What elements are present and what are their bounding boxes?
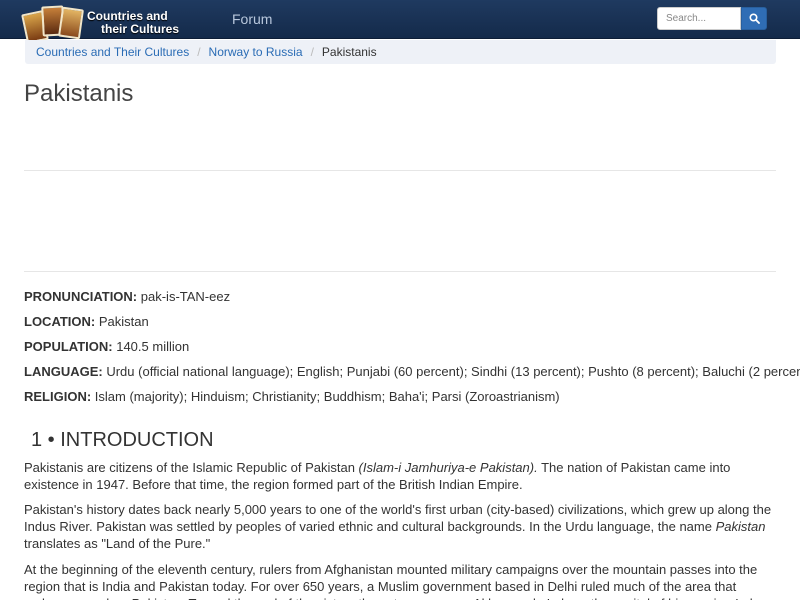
breadcrumb: Countries and Their Cultures / Norway to… (25, 40, 776, 64)
paragraph-italic-text: Pakistan (715, 519, 766, 534)
breadcrumb-current: Pakistanis (321, 45, 377, 59)
fact-label: POPULATION: (24, 339, 113, 354)
fact-location: LOCATION: Pakistan (24, 314, 149, 329)
fact-religion: RELIGION: Islam (majority); Hinduism; Ch… (24, 389, 560, 404)
breadcrumb-separator: / (310, 45, 314, 59)
breadcrumb-link-norway-to-russia[interactable]: Norway to Russia (209, 45, 303, 59)
paragraph: At the beginning of the eleventh century… (24, 561, 778, 600)
breadcrumb-separator: / (197, 45, 201, 59)
top-navbar: Countries and their Cultures Forum (0, 0, 800, 44)
paragraph: Pakistanis are citizens of the Islamic R… (24, 459, 778, 493)
fact-label: LANGUAGE: (24, 364, 103, 379)
fact-value: Urdu (official national language); Engli… (106, 364, 800, 379)
nav-forum-link[interactable]: Forum (232, 11, 272, 27)
search-icon (748, 13, 760, 24)
fact-label: LOCATION: (24, 314, 96, 329)
paragraph-text: Pakistanis are citizens of the Islamic R… (24, 460, 359, 475)
paragraph-text: At the beginning of the eleventh century… (24, 562, 776, 600)
paragraph-italic-text: (Islam-i Jamhuriya-e Pakistan). (358, 460, 538, 475)
fact-value: Pakistan (98, 314, 149, 329)
fact-population: POPULATION: 140.5 million (24, 339, 189, 354)
logo-image (21, 4, 84, 44)
fact-value: Islam (majority); Hinduism; Christianity… (94, 389, 560, 404)
site-logo[interactable]: Countries and their Cultures (21, 4, 217, 44)
fact-pronunciation: PRONUNCIATION: pak-is-TAN-eez (24, 289, 230, 304)
fact-value: 140.5 million (116, 339, 190, 354)
search-input[interactable] (657, 7, 741, 30)
page-title: Pakistanis (24, 80, 134, 107)
paragraph-text: translates as "Land of the Pure." (24, 536, 211, 551)
fact-language: LANGUAGE: Urdu (official national langua… (24, 364, 800, 379)
breadcrumb-link-countries[interactable]: Countries and Their Cultures (36, 45, 189, 59)
logo-line-2: their Cultures (101, 22, 180, 36)
divider (24, 271, 776, 272)
paragraph: Pakistan's history dates back nearly 5,0… (24, 501, 778, 552)
fact-label: RELIGION: (24, 389, 92, 404)
fact-label: PRONUNCIATION: (24, 289, 138, 304)
paragraph-text: Pakistan's history dates back nearly 5,0… (24, 502, 772, 534)
section-heading-introduction: 1 • INTRODUCTION (31, 429, 214, 451)
logo-text: Countries and their Cultures (87, 10, 179, 36)
fact-value: pak-is-TAN-eez (140, 289, 231, 304)
divider (24, 170, 776, 171)
search-button[interactable] (741, 7, 767, 30)
